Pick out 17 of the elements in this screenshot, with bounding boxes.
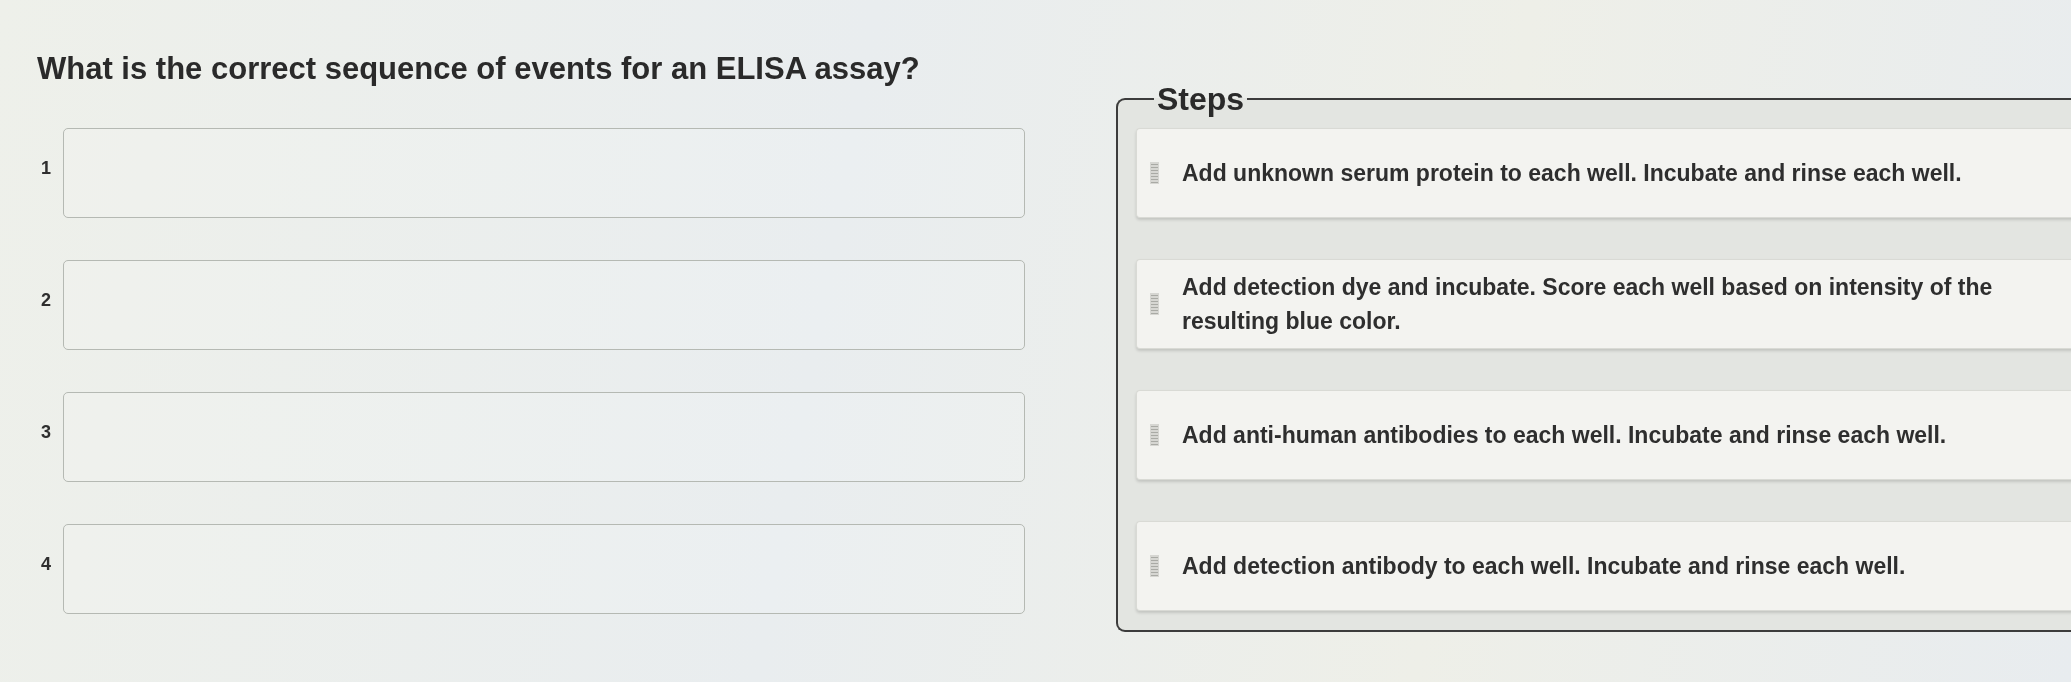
- drop-zone[interactable]: [63, 524, 1025, 614]
- question-text: What is the correct sequence of events for an ELISA assay?: [37, 52, 921, 86]
- drop-zone[interactable]: [63, 128, 1025, 218]
- step-card[interactable]: Add detection dye and incubate. Score each well based on intensity of the resulting blue color.: [1136, 259, 2071, 349]
- step-card[interactable]: Add detection antibody to each well. Incubate and rinse each well.: [1136, 521, 2071, 611]
- drag-handle-icon[interactable]: [1150, 162, 1159, 184]
- step-card[interactable]: Add unknown serum protein to each well. Incubate and rinse each well.: [1136, 128, 2071, 218]
- drag-handle-icon[interactable]: [1150, 424, 1159, 446]
- slot-number: 1: [40, 156, 52, 180]
- drop-zone[interactable]: [63, 260, 1025, 350]
- slot-number: 2: [40, 288, 52, 312]
- drop-zone[interactable]: [63, 392, 1025, 482]
- drag-handle-icon[interactable]: [1150, 555, 1159, 577]
- slot-number: 3: [40, 420, 52, 444]
- step-card[interactable]: Add anti-human antibodies to each well. Incubate and rinse each well.: [1136, 390, 2071, 480]
- drag-handle-icon[interactable]: [1150, 293, 1159, 315]
- slot-number: 4: [40, 552, 52, 576]
